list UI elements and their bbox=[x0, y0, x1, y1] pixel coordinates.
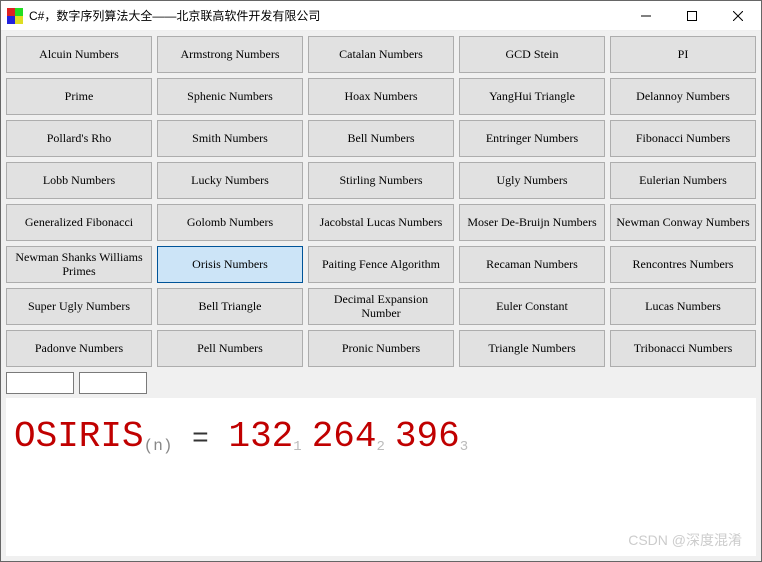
algorithm-button[interactable]: Recaman Numbers bbox=[459, 246, 605, 283]
algorithm-button[interactable]: Newman Shanks Williams Primes bbox=[6, 246, 152, 283]
algorithm-button[interactable]: Pell Numbers bbox=[157, 330, 303, 367]
algorithm-button[interactable]: Generalized Fibonacci bbox=[6, 204, 152, 241]
algorithm-button[interactable]: Bell Numbers bbox=[308, 120, 454, 157]
algorithm-button[interactable]: Pollard's Rho bbox=[6, 120, 152, 157]
algorithm-button[interactable]: Tribonacci Numbers bbox=[610, 330, 756, 367]
sequence-subscript: (n) bbox=[144, 437, 173, 455]
sequence-name: OSIRIS bbox=[14, 416, 144, 457]
algorithm-button[interactable]: Eulerian Numbers bbox=[610, 162, 756, 199]
sequence-value: 264 bbox=[312, 416, 377, 457]
algorithm-button[interactable]: PI bbox=[610, 36, 756, 73]
algorithm-button[interactable]: Newman Conway Numbers bbox=[610, 204, 756, 241]
algorithm-button[interactable]: Triangle Numbers bbox=[459, 330, 605, 367]
window-controls bbox=[623, 1, 761, 30]
app-window: C#，数字序列算法大全——北京联高软件开发有限公司 Alcuin Numbers… bbox=[0, 0, 762, 562]
algorithm-button[interactable]: Lobb Numbers bbox=[6, 162, 152, 199]
algorithm-button[interactable]: Alcuin Numbers bbox=[6, 36, 152, 73]
sequence-value: 132 bbox=[228, 416, 293, 457]
watermark: CSDN @深度混淆 bbox=[628, 530, 742, 550]
algorithm-button[interactable]: Prime bbox=[6, 78, 152, 115]
maximize-button[interactable] bbox=[669, 1, 715, 30]
algorithm-button[interactable]: Bell Triangle bbox=[157, 288, 303, 325]
algorithm-button[interactable]: Orisis Numbers bbox=[157, 246, 303, 283]
algorithm-button[interactable]: Fibonacci Numbers bbox=[610, 120, 756, 157]
algorithm-button[interactable]: Delannoy Numbers bbox=[610, 78, 756, 115]
minimize-button[interactable] bbox=[623, 1, 669, 30]
sequence-values: 132126423963 bbox=[228, 433, 478, 451]
algorithm-button[interactable]: Euler Constant bbox=[459, 288, 605, 325]
sequence-value: 396 bbox=[395, 416, 460, 457]
algorithm-button[interactable]: Golomb Numbers bbox=[157, 204, 303, 241]
algorithm-button[interactable]: Paiting Fence Algorithm bbox=[308, 246, 454, 283]
titlebar: C#，数字序列算法大全——北京联高软件开发有限公司 bbox=[1, 1, 761, 31]
param-input-2[interactable] bbox=[79, 372, 147, 394]
close-button[interactable] bbox=[715, 1, 761, 30]
algorithm-button[interactable]: Ugly Numbers bbox=[459, 162, 605, 199]
algorithm-button-grid: Alcuin NumbersArmstrong NumbersCatalan N… bbox=[6, 36, 756, 367]
output-panel: OSIRIS(n) = 132126423963 CSDN @深度混淆 bbox=[6, 398, 756, 556]
input-row bbox=[6, 372, 756, 394]
app-icon bbox=[7, 8, 23, 24]
algorithm-button[interactable]: Stirling Numbers bbox=[308, 162, 454, 199]
algorithm-button[interactable]: Rencontres Numbers bbox=[610, 246, 756, 283]
algorithm-button[interactable]: GCD Stein bbox=[459, 36, 605, 73]
client-area: Alcuin NumbersArmstrong NumbersCatalan N… bbox=[1, 31, 761, 561]
algorithm-button[interactable]: Super Ugly Numbers bbox=[6, 288, 152, 325]
sequence-index: 2 bbox=[377, 439, 385, 455]
algorithm-button[interactable]: Pronic Numbers bbox=[308, 330, 454, 367]
algorithm-button[interactable]: Catalan Numbers bbox=[308, 36, 454, 73]
equals-sign: = bbox=[192, 424, 209, 455]
param-input-1[interactable] bbox=[6, 372, 74, 394]
algorithm-button[interactable]: Smith Numbers bbox=[157, 120, 303, 157]
algorithm-button[interactable]: Entringer Numbers bbox=[459, 120, 605, 157]
sequence-index: 3 bbox=[460, 439, 468, 455]
sequence-index: 1 bbox=[293, 439, 301, 455]
algorithm-button[interactable]: Jacobstal Lucas Numbers bbox=[308, 204, 454, 241]
algorithm-button[interactable]: Armstrong Numbers bbox=[157, 36, 303, 73]
algorithm-button[interactable]: Sphenic Numbers bbox=[157, 78, 303, 115]
algorithm-button[interactable]: Padonve Numbers bbox=[6, 330, 152, 367]
algorithm-button[interactable]: Decimal Expansion Number bbox=[308, 288, 454, 325]
algorithm-button[interactable]: Hoax Numbers bbox=[308, 78, 454, 115]
algorithm-button[interactable]: Moser De-Bruijn Numbers bbox=[459, 204, 605, 241]
algorithm-button[interactable]: Lucas Numbers bbox=[610, 288, 756, 325]
algorithm-button[interactable]: YangHui Triangle bbox=[459, 78, 605, 115]
window-title: C#，数字序列算法大全——北京联高软件开发有限公司 bbox=[29, 7, 623, 24]
algorithm-button[interactable]: Lucky Numbers bbox=[157, 162, 303, 199]
